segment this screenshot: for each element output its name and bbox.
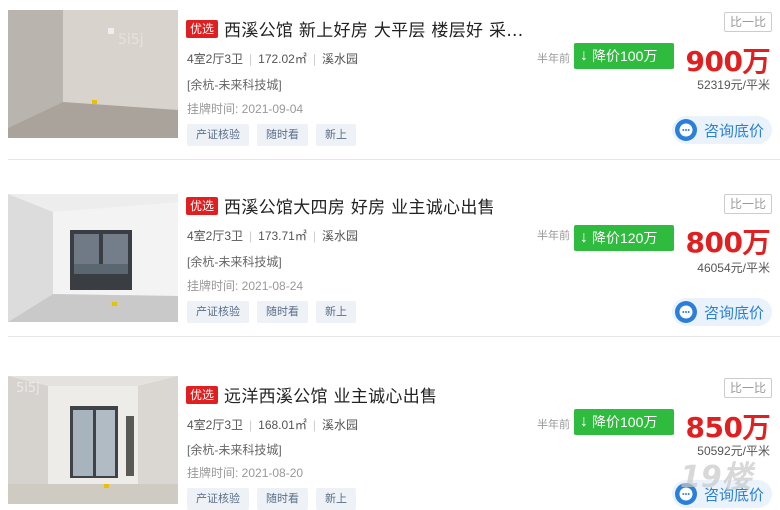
compare-button[interactable]: 比一比 (724, 194, 772, 214)
drop-time: 半年前 (537, 53, 570, 65)
tag-view-anytime: 随时看 (257, 488, 308, 510)
divider: | (249, 51, 253, 66)
total-price: 850万 (685, 411, 771, 444)
community-link[interactable]: 溪水园 (322, 227, 358, 244)
chat-bubble-icon (675, 119, 697, 141)
district-label: [余杭-未来科技城] (187, 255, 282, 269)
consult-price-button[interactable]: 咨询底价 (672, 116, 772, 144)
listing-specs: 4室2厅3卫 | 172.02㎡ | 溪水园 (187, 50, 358, 67)
unit-price: 46054元/平米 (697, 261, 770, 275)
listing-specs: 4室2厅3卫 | 173.71㎡ | 溪水园 (187, 227, 358, 244)
listing-card[interactable]: 优选 西溪公馆大四房 好房 业主诚心出售 4室2厅3卫 | 173.71㎡ | … (0, 177, 780, 337)
room-layout: 4室2厅3卫 (187, 229, 244, 243)
district-label: [余杭-未来科技城] (187, 78, 282, 92)
floor-area: 172.02㎡ (258, 52, 307, 66)
thumb-watermark: 5i5j (16, 381, 40, 396)
down-arrow-icon: ↓ (580, 229, 588, 246)
listing-card[interactable]: 5i5j 优选 远洋西溪公馆 业主诚心出售 4室2厅3卫 | 168.01㎡ |… (0, 354, 780, 510)
listing-photo[interactable]: 5i5j (8, 376, 178, 504)
listing-title[interactable]: 远洋西溪公馆 业主诚心出售 (224, 382, 437, 407)
divider: | (249, 228, 253, 243)
compare-button[interactable]: 比一比 (724, 378, 772, 398)
community-link[interactable]: 溪水园 (322, 416, 358, 433)
divider (8, 159, 780, 160)
drop-time: 半年前 (537, 419, 570, 431)
price-drop-text: 降价100万 (592, 48, 658, 64)
floor-area: 173.71㎡ (258, 229, 307, 243)
tag-new: 新上 (316, 301, 356, 323)
room-layout: 4室2厅3卫 (187, 52, 244, 66)
listing-card[interactable]: 5i5j 优选 西溪公馆 新上好房 大平层 楼层好 采... 4室2厅3卫 | … (0, 0, 780, 160)
consult-price-button[interactable]: 咨询底价 (672, 298, 772, 326)
featured-badge: 优选 (186, 196, 219, 215)
divider: | (312, 51, 316, 66)
consult-label: 咨询底价 (704, 122, 765, 140)
listing-date: 挂牌时间: 2021-09-04 (187, 102, 304, 116)
total-price: 800万 (685, 226, 771, 259)
down-arrow-icon: ↓ (580, 47, 588, 64)
divider (8, 336, 780, 337)
tag-new: 新上 (316, 488, 356, 510)
featured-badge: 优选 (186, 385, 219, 404)
chat-bubble-icon (675, 301, 697, 323)
price-drop-text: 降价120万 (592, 230, 658, 246)
drop-time: 半年前 (537, 230, 570, 242)
listing-specs: 4室2厅3卫 | 168.01㎡ | 溪水园 (187, 416, 358, 433)
compare-button[interactable]: 比一比 (724, 12, 772, 32)
site-watermark: 19楼 (680, 460, 752, 495)
thumb-watermark: 5i5j (118, 32, 144, 48)
price-drop-badge: ↓ 降价100万 (574, 43, 674, 69)
floor-area: 168.01㎡ (258, 418, 307, 432)
unit-price: 52319元/平米 (697, 78, 770, 92)
community-link[interactable]: 溪水园 (322, 50, 358, 67)
tag-view-anytime: 随时看 (257, 301, 308, 323)
total-price: 900万 (685, 45, 771, 78)
room-layout: 4室2厅3卫 (187, 418, 244, 432)
listing-title[interactable]: 西溪公馆 新上好房 大平层 楼层好 采... (224, 16, 523, 41)
listing-title[interactable]: 西溪公馆大四房 好房 业主诚心出售 (224, 193, 495, 218)
tag-new: 新上 (316, 124, 356, 146)
listing-photo[interactable]: 5i5j (8, 10, 178, 138)
featured-badge: 优选 (186, 19, 219, 38)
divider: | (312, 228, 316, 243)
tag-verified: 产证核验 (187, 124, 249, 146)
tag-verified: 产证核验 (187, 488, 249, 510)
tag-verified: 产证核验 (187, 301, 249, 323)
listing-date: 挂牌时间: 2021-08-24 (187, 279, 304, 293)
divider: | (249, 417, 253, 432)
district-label: [余杭-未来科技城] (187, 443, 282, 457)
listing-date: 挂牌时间: 2021-08-20 (187, 466, 304, 480)
price-drop-badge: ↓ 降价100万 (574, 409, 674, 435)
tag-view-anytime: 随时看 (257, 124, 308, 146)
divider: | (312, 417, 316, 432)
price-drop-badge: ↓ 降价120万 (574, 225, 674, 251)
price-drop-text: 降价100万 (592, 414, 658, 430)
listing-photo[interactable] (8, 194, 178, 322)
down-arrow-icon: ↓ (580, 413, 588, 430)
consult-label: 咨询底价 (704, 304, 765, 322)
